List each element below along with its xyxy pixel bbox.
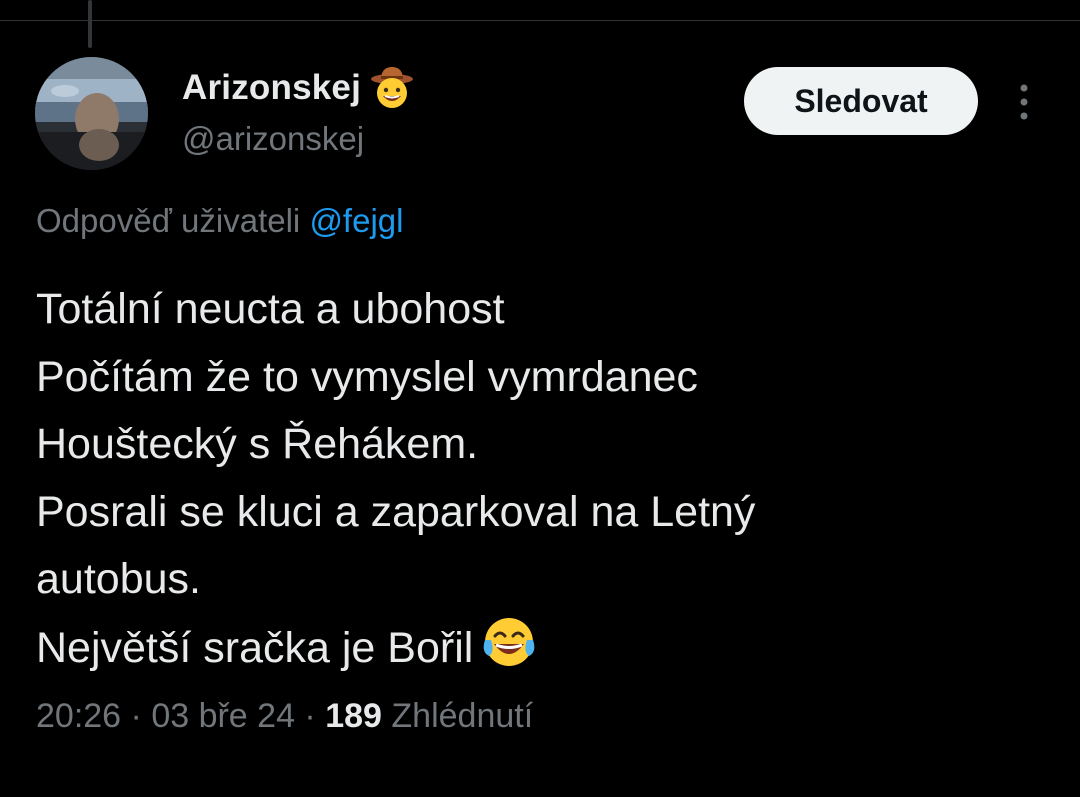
tweet-text-line: Houštecký s Řehákem. xyxy=(36,420,479,468)
avatar-image xyxy=(35,57,148,170)
cowboy-hat-face-emoji-icon xyxy=(371,67,413,108)
follow-button[interactable]: Sledovat xyxy=(744,67,978,135)
avatar[interactable] xyxy=(35,57,148,170)
tweet-time[interactable]: 20:26 xyxy=(36,697,121,735)
tweet-text-line: autobus. xyxy=(36,555,201,603)
tweet-text-line-last: Největší sračka je Bořil xyxy=(36,614,1036,682)
tweet-meta: 20:26 · 03 bře 24 · 189 Zhlédnutí xyxy=(36,697,533,736)
reply-context: Odpověď uživateli @fejgl xyxy=(36,202,403,240)
views-count[interactable]: 189 xyxy=(325,697,382,735)
more-vertical-icon xyxy=(1020,84,1028,120)
meta-separator: · xyxy=(294,697,326,735)
author-block[interactable]: Arizonskej @arizonskej xyxy=(182,66,415,158)
display-name-row: Arizonskej xyxy=(182,66,415,110)
tweet-date[interactable]: 03 bře 24 xyxy=(151,697,295,735)
tweet-text-line: Posrali se kluci a zaparkoval na Letný xyxy=(36,487,756,536)
face-with-tears-of-joy-emoji-icon xyxy=(483,617,535,666)
display-name[interactable]: Arizonskej xyxy=(182,68,361,108)
thread-connector-line xyxy=(88,0,92,48)
tweet-text: Totální neucta a ubohost Počítám že to v… xyxy=(36,276,1036,681)
views-label: Zhlédnutí xyxy=(391,697,534,735)
tweet-text-line: Počítám že to vymyslel vymrdanec xyxy=(36,352,698,401)
reply-mention-link[interactable]: @fejgl xyxy=(309,202,403,239)
more-options-button[interactable] xyxy=(1008,80,1040,124)
tweet-text-line: Totální neucta a ubohost xyxy=(36,285,505,333)
tweet-text-line-content: Největší sračka je Bořil xyxy=(36,623,474,672)
reply-prefix: Odpověď uživateli xyxy=(36,202,301,239)
top-divider xyxy=(0,20,1080,21)
handle[interactable]: @arizonskej xyxy=(182,120,415,158)
meta-separator: · xyxy=(121,697,152,735)
